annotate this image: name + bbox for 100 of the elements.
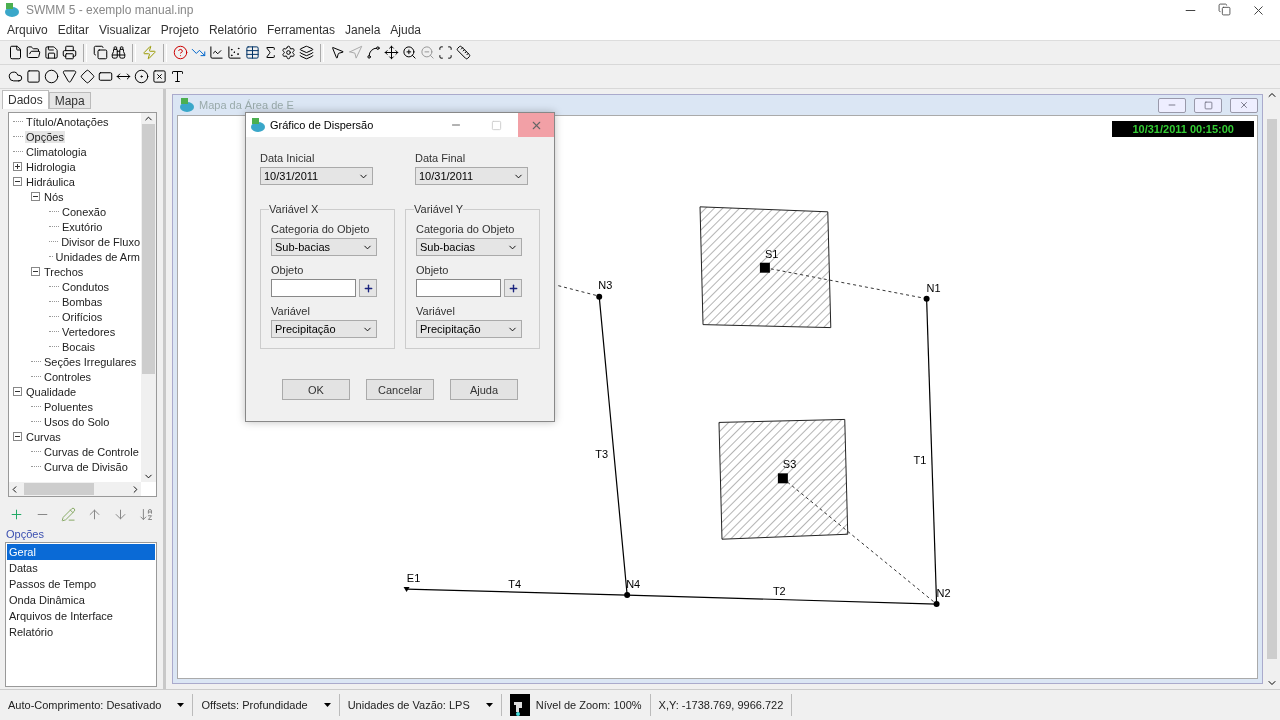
tree-item[interactable]: Vertedores <box>61 325 117 338</box>
list-item[interactable]: Arquivos de Interface <box>7 608 155 624</box>
dropdown-field[interactable]: 10/31/2011 <box>415 167 528 185</box>
tree-item[interactable]: Nós <box>43 190 65 203</box>
new-file-icon[interactable] <box>8 45 23 60</box>
collapse-icon[interactable] <box>13 432 22 441</box>
menu-item[interactable]: Ajuda <box>385 23 427 37</box>
collapse-icon[interactable] <box>31 267 40 276</box>
tree-item[interactable]: Condutos <box>61 280 111 293</box>
dropdown-field[interactable]: Precipitação <box>416 320 522 338</box>
menu-item[interactable]: Arquivo <box>2 23 53 37</box>
tree-item[interactable]: Orifícios <box>61 310 104 323</box>
tree-item[interactable]: Climatologia <box>25 145 88 158</box>
menu-item[interactable]: Projeto <box>155 23 204 37</box>
horizontal-scrollbar[interactable] <box>9 482 141 496</box>
add-button[interactable] <box>359 279 377 297</box>
dropdown-field[interactable]: Sub-bacias <box>271 238 377 256</box>
line-chart-icon[interactable] <box>209 45 224 60</box>
dialog-button[interactable]: Cancelar <box>366 379 434 400</box>
expand-icon[interactable] <box>13 162 22 171</box>
text-tool-icon[interactable] <box>170 69 185 84</box>
down-arrow-icon[interactable] <box>112 506 128 522</box>
tree-item[interactable]: Hidráulica <box>25 175 76 188</box>
copy-icon[interactable] <box>93 45 108 60</box>
list-item[interactable]: Geral <box>7 544 155 560</box>
dropdown-caret-icon[interactable] <box>177 703 185 707</box>
square-x-icon[interactable] <box>152 69 167 84</box>
tree-item[interactable]: Opções <box>25 130 65 143</box>
zoom-in-icon[interactable] <box>402 45 417 60</box>
menu-item[interactable]: Visualizar <box>94 23 156 37</box>
tree-item[interactable]: Bocais <box>61 340 97 353</box>
dropdown-caret-icon[interactable] <box>323 703 331 707</box>
list-item[interactable]: Relatório <box>7 624 155 640</box>
tree-item[interactable]: Bombas <box>61 295 104 308</box>
tree-item[interactable]: Título/Anotações <box>25 115 110 128</box>
collapse-icon[interactable] <box>31 192 40 201</box>
menu-item[interactable]: Janela <box>339 23 386 37</box>
input-field[interactable] <box>271 279 356 297</box>
list-item[interactable]: Passos de Tempo <box>7 576 155 592</box>
input-field[interactable] <box>416 279 501 297</box>
tree-item[interactable]: Curvas <box>25 430 62 443</box>
add-icon[interactable] <box>9 506 25 522</box>
diamond-icon[interactable] <box>80 69 95 84</box>
tree-item[interactable]: Controles <box>43 370 93 383</box>
spline-icon[interactable] <box>366 45 381 60</box>
tree-item[interactable]: Trechos <box>43 265 85 278</box>
scatter-chart-icon[interactable] <box>227 45 242 60</box>
printer-icon[interactable] <box>62 45 77 60</box>
triangle-icon[interactable] <box>62 69 77 84</box>
tree-item[interactable]: Hidrologia <box>25 160 77 173</box>
tree-item[interactable]: Seções Irregulares <box>43 355 138 368</box>
collapse-icon[interactable] <box>13 177 22 186</box>
tree-item[interactable]: Divisor de Fluxo <box>60 235 141 248</box>
menu-item[interactable]: Editar <box>52 23 95 37</box>
rectangle-icon[interactable] <box>98 69 113 84</box>
help-icon[interactable] <box>173 45 188 60</box>
dropdown-field[interactable]: Sub-bacias <box>416 238 522 256</box>
vertical-scrollbar[interactable] <box>141 113 156 482</box>
dropdown-field[interactable]: 10/31/2011 <box>260 167 373 185</box>
tree-item[interactable]: Curvas de Controle <box>43 445 140 458</box>
layers-icon[interactable] <box>299 45 314 60</box>
pointer-icon[interactable] <box>330 45 345 60</box>
tree-item[interactable]: Unidades de Arm <box>54 250 141 263</box>
add-button[interactable] <box>504 279 522 297</box>
settings-icon[interactable] <box>281 45 296 60</box>
restore-icon[interactable] <box>1218 2 1231 16</box>
table-icon[interactable] <box>245 45 260 60</box>
tree-item[interactable]: Usos do Solo <box>43 415 111 428</box>
tree-item[interactable]: Poluentes <box>43 400 94 413</box>
move-icon[interactable] <box>384 45 399 60</box>
cloud-icon[interactable] <box>8 69 23 84</box>
dropdown-caret-icon[interactable] <box>485 703 493 707</box>
dropdown-field[interactable]: Precipitação <box>271 320 377 338</box>
open-folder-icon[interactable] <box>26 45 41 60</box>
frame-icon[interactable] <box>438 45 453 60</box>
tab[interactable]: Dados <box>2 90 49 109</box>
tree-item[interactable]: Exutório <box>61 220 104 233</box>
sort-icon[interactable] <box>138 506 154 522</box>
save-icon[interactable] <box>44 45 59 60</box>
menu-item[interactable]: Ferramentas <box>261 23 340 37</box>
tree-item[interactable]: Conexão <box>61 205 108 218</box>
menu-item[interactable]: Relatório <box>203 23 262 37</box>
ruler-icon[interactable] <box>456 45 471 60</box>
binoculars-icon[interactable] <box>111 45 126 60</box>
collapse-icon[interactable] <box>13 387 22 396</box>
list-item[interactable]: Datas <box>7 560 155 576</box>
dialog-button[interactable]: Ajuda <box>450 379 518 400</box>
status-text[interactable]: Offsets: Profundidade <box>201 699 308 711</box>
dialog-button[interactable]: OK <box>282 379 350 400</box>
circle-dot-icon[interactable] <box>134 69 149 84</box>
tree-item[interactable]: Qualidade <box>25 385 78 398</box>
tree-item[interactable]: Curva de Divisão <box>43 460 129 473</box>
status-text[interactable]: Auto-Comprimento: Desativado <box>8 699 162 711</box>
faucet-icon[interactable] <box>509 694 530 716</box>
circle-icon[interactable] <box>44 69 59 84</box>
square-icon[interactable] <box>26 69 41 84</box>
list-item[interactable]: Onda Dinâmica <box>7 592 155 608</box>
sigma-icon[interactable] <box>263 45 278 60</box>
status-text[interactable]: Unidades de Vazão: LPS <box>347 699 470 711</box>
tab[interactable]: Mapa <box>48 92 91 109</box>
